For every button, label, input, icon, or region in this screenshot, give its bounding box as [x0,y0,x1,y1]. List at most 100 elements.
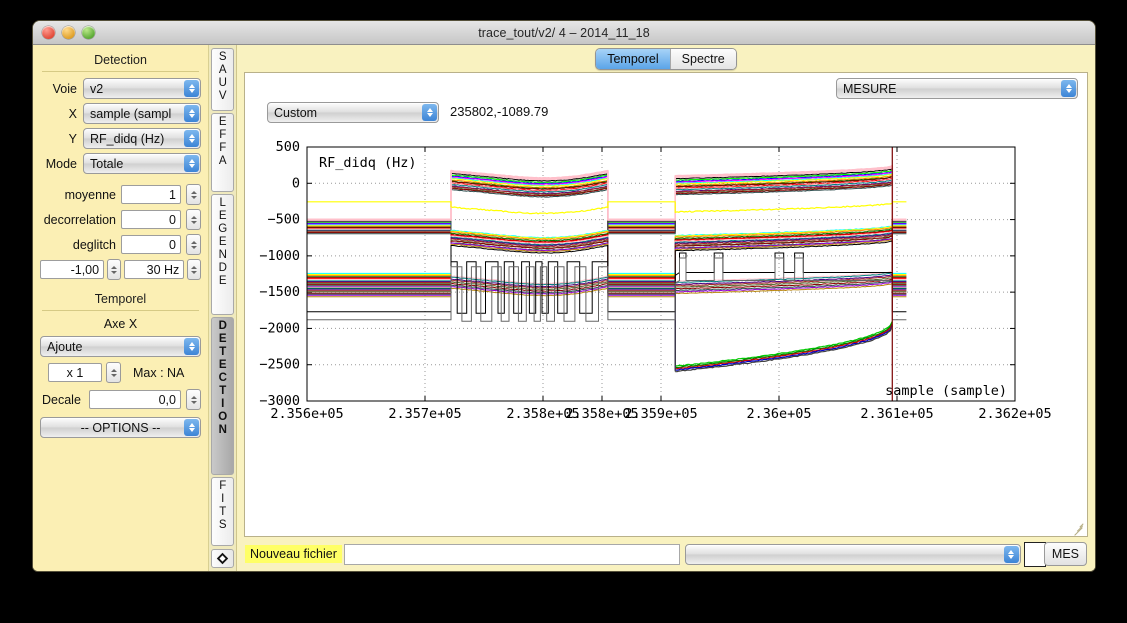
left-sidebar: Detection Voie v2 X sample (sampl [33,45,209,571]
window-titlebar: trace_tout/v2/ 4 – 2014_11_18 [33,21,1095,45]
status-select[interactable] [685,544,1021,565]
y-axis-select[interactable]: RF_didq (Hz) [83,128,201,149]
decale-field[interactable]: 0,0 [89,390,181,409]
decale-label: Decale [42,393,81,407]
status-indicator-box [1024,542,1046,567]
vtab-legende[interactable]: LEGENDE [211,194,234,316]
mode-select[interactable]: Totale [83,153,201,174]
tab-spectre[interactable]: Spectre [670,49,736,69]
resize-grip-icon[interactable] [1073,522,1085,534]
custom-value: Custom [268,106,317,120]
moyenne-label: moyenne [65,188,116,202]
x-axis-select[interactable]: sample (sampl [83,103,201,124]
moyenne-field[interactable]: 1 [121,185,181,204]
svg-text:2.359e+05: 2.359e+05 [624,406,697,422]
voie-row: Voie v2 [40,78,201,99]
voie-label: Voie [40,82,77,96]
svg-text:2.361e+05: 2.361e+05 [860,406,933,422]
frequency-field[interactable]: 30 Hz [124,260,184,279]
threshold-stepper[interactable] [107,259,121,280]
multiplier-row: x 1 Max : NA [40,362,201,383]
multiplier-field[interactable]: x 1 [48,363,102,382]
vtab-effa-label: EFFA [216,116,229,168]
options-value: -- OPTIONS -- [41,421,200,435]
ajoute-row: Ajoute [40,336,201,357]
svg-text:500: 500 [276,139,300,155]
options-row: -- OPTIONS -- [40,417,201,438]
svg-text:−1000: −1000 [259,248,300,264]
svg-text:2.357e+05: 2.357e+05 [388,406,461,422]
y-row: Y RF_didq (Hz) [40,128,201,149]
temporel-panel: Temporel Axe X Ajoute x 1 Max : NA [40,290,201,442]
vtab-fits[interactable]: FITS [211,477,234,546]
tab-temporel[interactable]: Temporel [596,49,669,69]
mode-value: Totale [84,157,123,171]
moyenne-stepper[interactable] [186,184,201,205]
deglitch-stepper[interactable] [186,234,201,255]
vtab-effa[interactable]: EFFA [211,113,234,192]
chevron-updown-icon [184,130,199,147]
x-row: X sample (sampl [40,103,201,124]
deglitch-row: deglitch 0 [40,234,201,255]
status-input[interactable] [344,544,680,565]
custom-row: Custom 235802,-1089.79 [245,99,1087,129]
mode-label: Mode [40,157,77,171]
decorrelation-field[interactable]: 0 [121,210,181,229]
desktop-background: trace_tout/v2/ 4 – 2014_11_18 Detection … [0,0,1127,623]
vtab-sauv[interactable]: SAUV [211,48,234,111]
svg-text:2.362e+05: 2.362e+05 [978,406,1051,422]
chevron-updown-icon [184,419,199,436]
svg-text:−2000: −2000 [259,320,300,336]
divider [42,310,199,311]
vtab-legende-label: LEGENDE [216,197,229,288]
svg-text:−500: −500 [267,212,300,228]
decorrelation-stepper[interactable] [186,209,201,230]
mesure-select[interactable]: MESURE [836,78,1078,99]
svg-text:RF_didq (Hz): RF_didq (Hz) [319,155,417,171]
chevron-updown-icon [1061,80,1076,97]
new-file-status: Nouveau fichier [245,545,342,563]
threshold-frequency-row: -1,00 30 Hz [40,259,201,280]
chevron-updown-icon [184,155,199,172]
chevron-updown-icon [1004,546,1019,563]
chevron-updown-icon [422,104,437,121]
vtab-detection[interactable]: DETECTION [211,317,234,475]
mode-row: Mode Totale [40,153,201,174]
trace-chart[interactable]: 5000−500−1000−1500−2000−2500−30002.356e+… [245,129,1075,454]
ajoute-select[interactable]: Ajoute [40,336,201,357]
svg-text:0: 0 [292,175,300,191]
tab-group: Temporel Spectre [595,48,737,70]
decale-stepper[interactable] [186,389,201,410]
decale-row: Decale 0,0 [40,389,201,410]
axe-x-label: Axe X [40,317,201,331]
options-select[interactable]: -- OPTIONS -- [40,417,201,438]
voie-select[interactable]: v2 [83,78,201,99]
multiplier-stepper[interactable] [106,362,121,383]
svg-text:sample (sample): sample (sample) [885,383,1007,399]
vtab-sauv-label: SAUV [216,51,229,103]
custom-select[interactable]: Custom [267,102,439,123]
main-tabbar: Temporel Spectre [237,45,1095,72]
deglitch-field[interactable]: 0 [121,235,181,254]
decorrelation-row: decorrelation 0 [40,209,201,230]
svg-text:2.36e+05: 2.36e+05 [746,406,811,422]
frequency-stepper[interactable] [187,259,201,280]
svg-text:−2500: −2500 [259,357,300,373]
x-axis-value: sample (sampl [84,107,171,121]
ajoute-value: Ajoute [41,340,82,354]
temporel-panel-title: Temporel [40,290,201,310]
vtab-detection-label: DETECTION [216,320,229,437]
mesure-row: MESURE [245,73,1087,99]
plot-area[interactable]: 5000−500−1000−1500−2000−2500−30002.356e+… [245,129,1087,536]
mes-button[interactable]: MES [1044,542,1087,566]
chevron-updown-icon [184,105,199,122]
diamond-icon[interactable] [211,549,234,568]
cursor-coordinates: 235802,-1089.79 [450,104,548,119]
threshold-field[interactable]: -1,00 [40,260,104,279]
decorrelation-label: decorrelation [44,213,116,227]
svg-text:2.356e+05: 2.356e+05 [270,406,343,422]
plot-container: MESURE Custom 235802,-1089.79 500 0 −500 −1… [244,72,1088,537]
detection-panel: Detection Voie v2 X sample (sampl [40,51,201,280]
vtab-fits-label: FITS [216,480,229,532]
vertical-tab-strip: SAUV EFFA LEGENDE DETECTION FITS [209,45,237,571]
